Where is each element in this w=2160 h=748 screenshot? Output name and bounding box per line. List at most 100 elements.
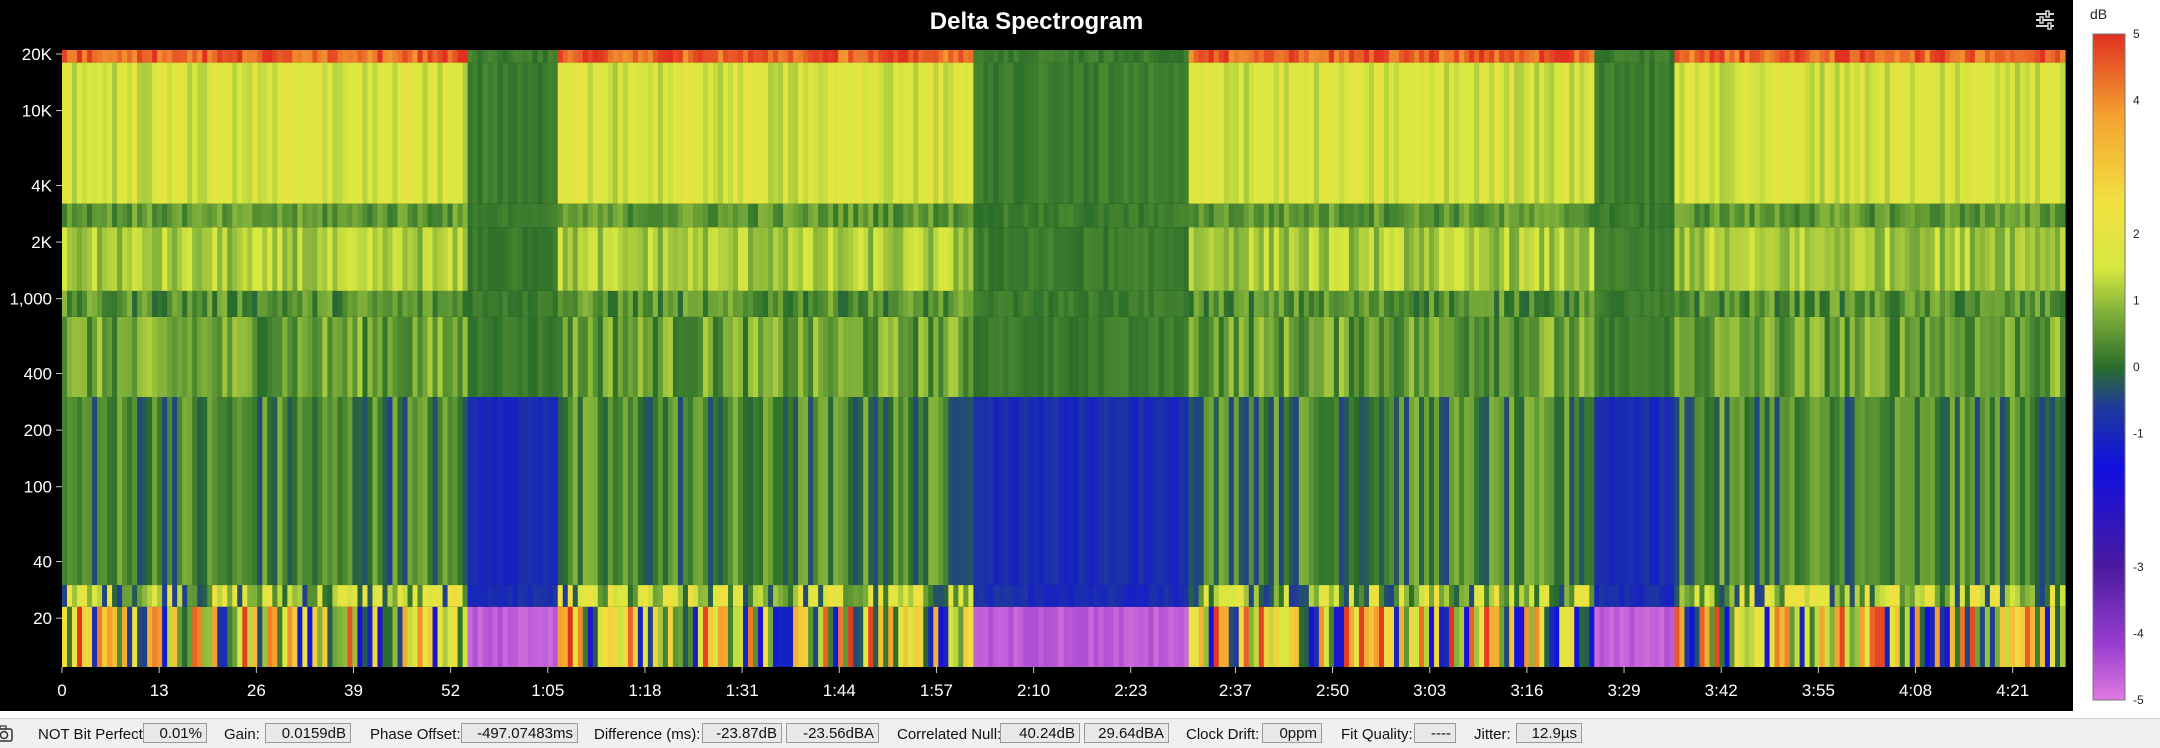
heatmap-cell	[1839, 50, 1846, 63]
heatmap-cell	[272, 585, 278, 607]
heatmap-cell	[192, 316, 198, 397]
heatmap-cell	[1599, 203, 1605, 228]
heatmap-cell	[267, 606, 273, 667]
y-tick-label: 2K	[31, 233, 52, 252]
heatmap-cell	[1929, 585, 1936, 607]
heatmap-cell	[1133, 50, 1140, 63]
heatmap-cell	[662, 227, 669, 291]
heatmap-cell	[1303, 203, 1310, 228]
heatmap-cell	[282, 396, 288, 586]
heatmap-cell	[487, 585, 494, 607]
heatmap-cell	[1113, 585, 1120, 607]
heatmap-cell	[447, 606, 454, 667]
heatmap-cell	[1128, 203, 1135, 228]
heatmap-cell	[1338, 227, 1345, 291]
heatmap-cell	[97, 585, 103, 607]
heatmap-cell	[542, 203, 549, 228]
heatmap-cell	[1594, 585, 1600, 607]
heatmap-cell	[883, 203, 889, 228]
heatmap-cell	[1699, 290, 1706, 317]
heatmap-cell	[1168, 606, 1175, 667]
heatmap-cell	[1388, 203, 1395, 228]
colorbar-gradient	[2092, 33, 2126, 701]
heatmap-cell	[1013, 227, 1020, 291]
heatmap-cell	[62, 227, 68, 291]
heatmap-cell	[1308, 203, 1315, 228]
jitter-value: 12.9µs	[1516, 723, 1582, 743]
heatmap-cell	[1694, 50, 1701, 63]
heatmap-cell	[282, 290, 288, 317]
heatmap-cell	[117, 227, 123, 291]
heatmap-cell	[848, 50, 854, 63]
heatmap-cell	[1273, 50, 1280, 63]
heatmap-cell	[617, 227, 624, 291]
heatmap-cell	[147, 606, 153, 667]
heatmap-cell	[928, 396, 934, 586]
heatmap-cell	[2029, 227, 2036, 291]
heatmap-cell	[1373, 203, 1380, 228]
heatmap-cell	[77, 50, 83, 63]
heatmap-cell	[252, 585, 258, 607]
heatmap-cell	[97, 203, 103, 228]
heatmap-cell	[1524, 203, 1530, 228]
heatmap-cell	[442, 290, 449, 317]
heatmap-cell	[1128, 50, 1135, 63]
heatmap-cell	[1459, 50, 1465, 63]
heatmap-cell	[1729, 606, 1736, 667]
heatmap-cell	[1564, 50, 1570, 63]
heatmap-cell	[1138, 316, 1145, 397]
heatmap-cell	[1253, 50, 1260, 63]
heatmap-cell	[1203, 62, 1210, 204]
heatmap-cell	[1809, 290, 1816, 317]
heatmap-cell	[212, 227, 218, 291]
heatmap-cell	[677, 227, 684, 291]
heatmap-cell	[1368, 62, 1375, 204]
heatmap-cell	[2009, 203, 2016, 228]
heatmap-cell	[1939, 50, 1946, 63]
heatmap-cell	[1739, 62, 1746, 204]
heatmap-cell	[1153, 396, 1160, 586]
heatmap-cell	[1048, 203, 1055, 228]
heatmap-cell	[843, 606, 849, 667]
heatmap-cell	[352, 62, 359, 204]
heatmap-cell	[1704, 396, 1711, 586]
heatmap-cell	[858, 50, 864, 63]
heatmap-cell	[1984, 50, 1991, 63]
heatmap-cell	[1098, 290, 1105, 317]
heatmap-cell	[1814, 62, 1821, 204]
heatmap-cell	[1949, 585, 1956, 607]
heatmap-cell	[998, 50, 1005, 63]
heatmap-cell	[1454, 62, 1460, 204]
heatmap-cell	[577, 396, 584, 586]
heatmap-cell	[2039, 396, 2046, 586]
heatmap-cell	[332, 50, 339, 63]
heatmap-cell	[1859, 62, 1866, 204]
heatmap-cell	[1068, 62, 1075, 204]
heatmap-cell	[1198, 290, 1205, 317]
heatmap-cell	[92, 316, 98, 397]
camera-icon[interactable]	[0, 723, 16, 745]
heatmap-cell	[472, 50, 479, 63]
heatmap-cell	[1323, 585, 1330, 607]
heatmap-cell	[187, 203, 193, 228]
heatmap-cell	[738, 585, 744, 607]
sliders-icon[interactable]	[2030, 6, 2060, 34]
heatmap-cell	[567, 290, 574, 317]
heatmap-cell	[1318, 290, 1325, 317]
heatmap-cell	[1093, 290, 1100, 317]
heatmap-cell	[1609, 316, 1615, 397]
heatmap-cell	[467, 290, 474, 317]
heatmap-cell	[287, 316, 293, 397]
heatmap-cell	[773, 290, 779, 317]
heatmap-cell	[778, 50, 784, 63]
heatmap-cell	[1914, 50, 1921, 63]
heatmap-cell	[382, 203, 389, 228]
heatmap-cell	[467, 585, 474, 607]
heatmap-cell	[833, 62, 839, 204]
heatmap-cell	[1589, 606, 1595, 667]
heatmap-cell	[302, 585, 308, 607]
heatmap-cell	[1689, 62, 1696, 204]
heatmap-cell	[1849, 290, 1856, 317]
heatmap-cell	[1964, 290, 1971, 317]
heatmap-cell	[758, 585, 764, 607]
